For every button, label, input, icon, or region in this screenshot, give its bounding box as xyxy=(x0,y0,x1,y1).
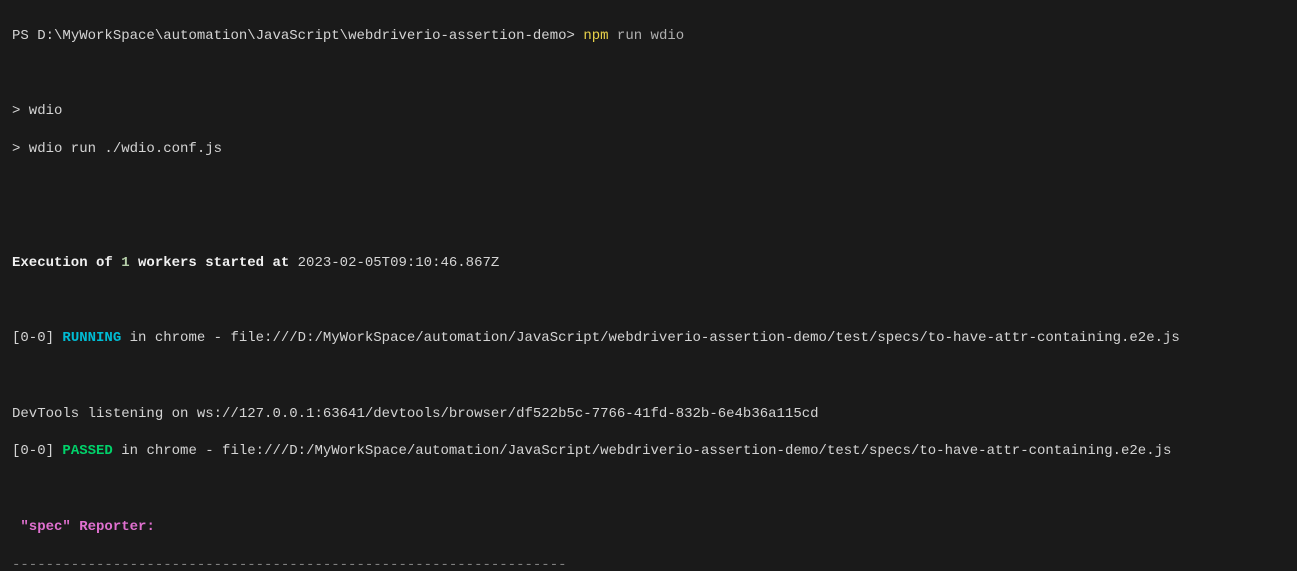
spec-id: [0-0] xyxy=(12,330,62,346)
separator-dashes: ----------------------------------------… xyxy=(12,556,1285,571)
ps-prefix: PS xyxy=(12,28,37,44)
reporter-label: Reporter: xyxy=(71,519,155,535)
blank-line xyxy=(12,291,1285,310)
blank-line xyxy=(12,480,1285,499)
running-detail: in chrome - file:///D:/MyWorkSpace/autom… xyxy=(121,330,1180,346)
spec-label: "spec" xyxy=(20,519,70,535)
exec-mid: workers started at xyxy=(130,255,298,271)
command-npm: npm xyxy=(583,28,608,44)
script-echo-2: > wdio run ./wdio.conf.js xyxy=(12,140,1285,159)
status-running: RUNNING xyxy=(62,330,121,346)
spec-reporter-header: "spec" Reporter: xyxy=(12,518,1285,537)
passed-line: [0-0] PASSED in chrome - file:///D:/MyWo… xyxy=(12,442,1285,461)
exec-timestamp: 2023-02-05T09:10:46.867Z xyxy=(298,255,500,271)
execution-header: Execution of 1 workers started at 2023-0… xyxy=(12,254,1285,273)
blank-line xyxy=(12,216,1285,235)
running-line: [0-0] RUNNING in chrome - file:///D:/MyW… xyxy=(12,329,1285,348)
blank-line xyxy=(12,65,1285,84)
worker-count: 1 xyxy=(121,255,129,271)
spec-id: [0-0] xyxy=(12,443,62,459)
status-passed: PASSED xyxy=(62,443,112,459)
script-echo-1: > wdio xyxy=(12,102,1285,121)
passed-detail: in chrome - file:///D:/MyWorkSpace/autom… xyxy=(113,443,1172,459)
exec-pre: Execution of xyxy=(12,255,121,271)
terminal-output[interactable]: PS D:\MyWorkSpace\automation\JavaScript\… xyxy=(0,0,1297,571)
devtools-line: DevTools listening on ws://127.0.0.1:636… xyxy=(12,405,1285,424)
blank-line xyxy=(12,178,1285,197)
prompt-line-1: PS D:\MyWorkSpace\automation\JavaScript\… xyxy=(12,27,1285,46)
command-args: run wdio xyxy=(609,28,685,44)
working-dir: D:\MyWorkSpace\automation\JavaScript\web… xyxy=(37,28,583,44)
blank-line xyxy=(12,367,1285,386)
